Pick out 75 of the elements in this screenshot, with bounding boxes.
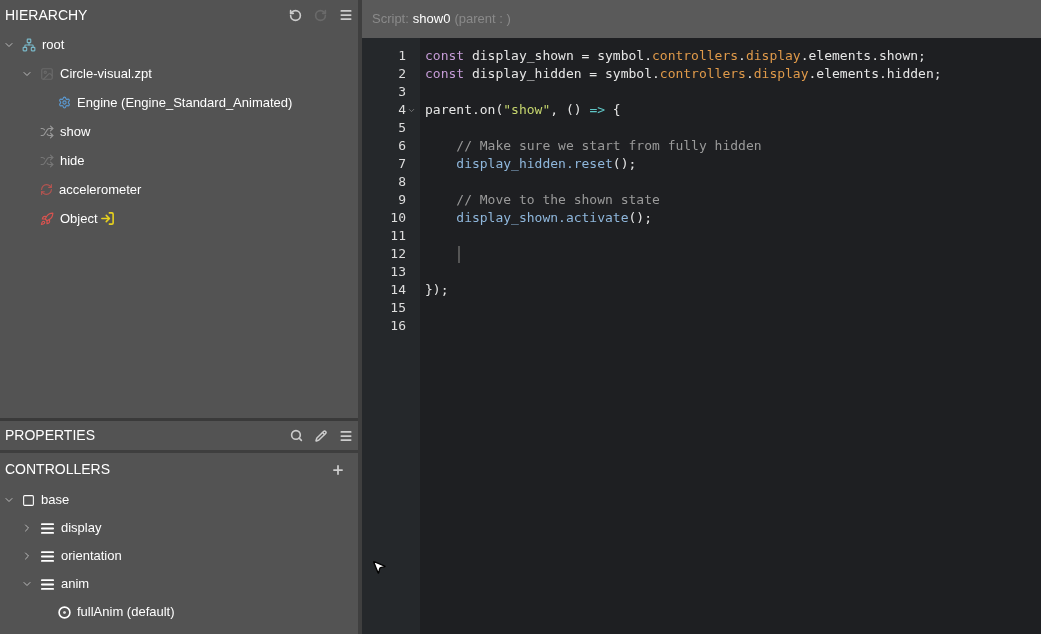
line-number: 11 bbox=[390, 227, 406, 246]
panel-title: HIERARCHY bbox=[5, 5, 89, 25]
tree-item[interactable]: orientation bbox=[61, 546, 122, 566]
line-number: 6 bbox=[398, 137, 406, 156]
search-icon[interactable] bbox=[290, 429, 303, 442]
code-token: (); bbox=[628, 209, 652, 228]
line-number: 4 bbox=[398, 101, 406, 120]
tree-item[interactable]: Engine (Engine_Standard_Animated) bbox=[77, 92, 293, 113]
line-number: 16 bbox=[390, 317, 406, 336]
code-token: .elements.hidden; bbox=[808, 65, 942, 84]
line-number: 1 bbox=[398, 47, 406, 66]
target-icon bbox=[58, 605, 71, 619]
code-token: // Move to the shown state bbox=[455, 191, 660, 210]
tree-item[interactable]: hide bbox=[60, 150, 85, 171]
undo-icon[interactable] bbox=[289, 8, 302, 22]
refresh-icon bbox=[40, 183, 53, 196]
tree-item[interactable]: Circle-visual.zpt bbox=[60, 63, 152, 84]
code-token: display_hidden.reset bbox=[455, 155, 613, 174]
code-editor[interactable] bbox=[362, 38, 1041, 634]
tree-item[interactable]: Object bbox=[60, 208, 98, 229]
list-icon bbox=[40, 576, 55, 592]
code-token: }); bbox=[425, 281, 449, 300]
hierarchy-icon bbox=[22, 37, 36, 52]
tree-item[interactable]: root bbox=[42, 34, 65, 55]
line-number: 3 bbox=[398, 83, 406, 102]
code-token: display bbox=[745, 47, 801, 66]
code-token: const bbox=[425, 65, 465, 84]
tree-item[interactable]: fullAnim (default) bbox=[77, 602, 175, 622]
panel-title: PROPERTIES bbox=[5, 426, 96, 445]
code-token: parent.on( bbox=[425, 101, 504, 120]
tree-item[interactable]: show bbox=[60, 121, 91, 142]
code-token: // Make sure we start from fully hidden bbox=[455, 137, 762, 156]
code-token: => bbox=[589, 101, 606, 120]
line-number: 9 bbox=[398, 191, 406, 210]
square-icon bbox=[22, 493, 35, 507]
code-token: display_shown = symbol. bbox=[470, 47, 652, 66]
rocket-icon bbox=[40, 211, 54, 226]
line-number: 5 bbox=[398, 119, 406, 138]
add-icon[interactable] bbox=[331, 462, 345, 477]
tree-item[interactable]: base bbox=[41, 490, 70, 510]
code-token: display_shown.activate bbox=[455, 209, 629, 228]
shuffle-icon bbox=[40, 124, 54, 139]
code-token: { bbox=[611, 101, 621, 120]
code-token: controllers bbox=[659, 65, 746, 84]
line-number: 8 bbox=[398, 173, 406, 192]
section-title: CONTROLLERS bbox=[5, 460, 112, 479]
tree-item[interactable]: display bbox=[61, 518, 102, 538]
code-token: display_hidden = symbol. bbox=[470, 65, 660, 84]
script-name: show0 bbox=[412, 10, 451, 29]
code-token: "show" bbox=[503, 101, 551, 120]
shuffle-icon bbox=[40, 153, 54, 168]
code-token: display bbox=[753, 65, 809, 84]
tree-item[interactable]: accelerometer bbox=[59, 179, 142, 200]
line-number: 2 bbox=[398, 65, 406, 84]
line-number: 14 bbox=[390, 281, 406, 300]
code-token: const bbox=[425, 47, 465, 66]
code-token: .elements.shown; bbox=[800, 47, 926, 66]
list-icon bbox=[40, 520, 55, 536]
tree-item[interactable]: anim bbox=[61, 574, 90, 594]
line-number: 12 bbox=[390, 245, 406, 264]
code-token: (); bbox=[612, 155, 637, 174]
line-number: 13 bbox=[390, 263, 406, 282]
pencil-icon[interactable] bbox=[315, 429, 327, 442]
list-icon bbox=[40, 548, 55, 564]
code-token: . bbox=[745, 65, 754, 84]
line-number: 15 bbox=[390, 299, 406, 318]
mouse-pointer-icon bbox=[371, 559, 387, 575]
menu-icon[interactable] bbox=[339, 428, 353, 443]
line-number: 10 bbox=[390, 209, 406, 228]
code-token: . bbox=[738, 47, 746, 66]
line-number: 7 bbox=[398, 155, 406, 174]
gear-icon bbox=[58, 96, 71, 109]
code-token: controllers bbox=[652, 47, 739, 66]
menu-icon[interactable] bbox=[339, 8, 353, 22]
code-token: , () bbox=[550, 101, 583, 120]
